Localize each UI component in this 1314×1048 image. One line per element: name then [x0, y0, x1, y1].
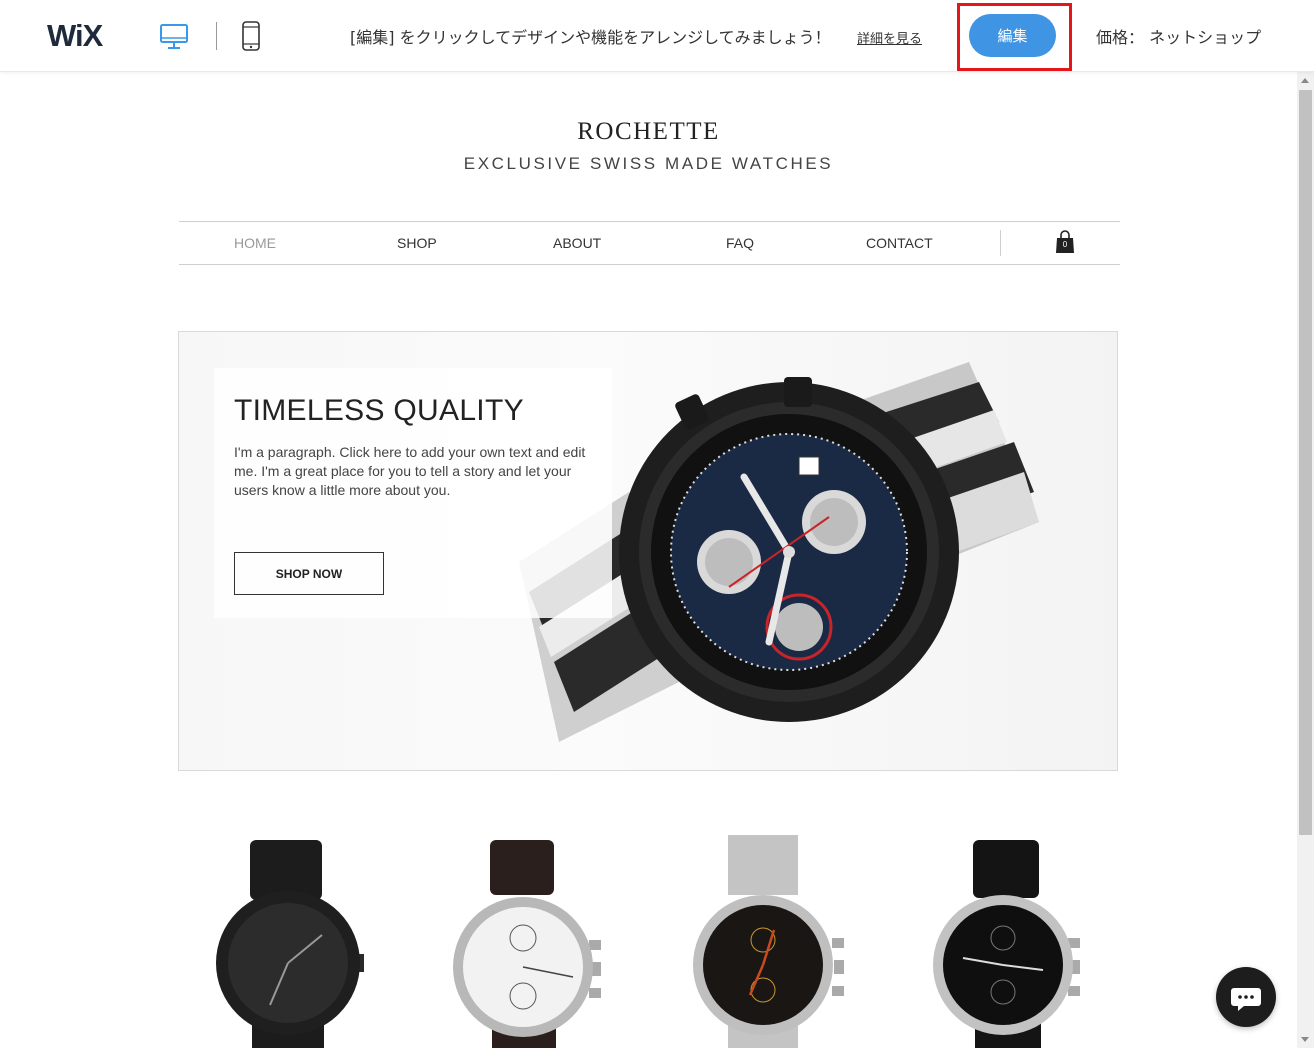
nav-item-faq[interactable]: FAQ: [726, 235, 754, 251]
white-chronograph-watch-image: [453, 840, 601, 1048]
learn-more-link[interactable]: 詳細を見る: [857, 28, 922, 47]
product-card[interactable]: [200, 830, 380, 1048]
promo-text: [編集] をクリックしてデザインや機能をアレンジしてみましょう！: [350, 28, 831, 47]
black-watch-image: [216, 840, 364, 1048]
price-label: 価格： ネットショップ: [1096, 28, 1262, 47]
site-tagline: EXCLUSIVE SWISS MADE WATCHES: [463, 154, 834, 173]
product-card[interactable]: [435, 830, 615, 1048]
chat-bubble-icon: [1231, 988, 1261, 1011]
black-dial-chronograph-watch-image: [933, 840, 1080, 1048]
nav-item-shop[interactable]: SHOP: [397, 235, 437, 251]
device-separator: [216, 22, 217, 50]
nav-item-home[interactable]: HOME: [234, 235, 276, 251]
site-nav: HOME SHOP ABOUT FAQ CONTACT 0: [179, 221, 1120, 265]
steel-chronograph-watch-image: [693, 835, 844, 1048]
edit-button[interactable]: 編集: [969, 14, 1056, 57]
cart-count: 0: [1062, 240, 1068, 249]
chat-button[interactable]: [1216, 967, 1276, 1027]
nav-item-contact[interactable]: CONTACT: [866, 235, 933, 251]
nav-divider: [1000, 230, 1001, 256]
cart-button[interactable]: 0: [1055, 230, 1075, 254]
scroll-down-arrow-icon[interactable]: [1301, 1037, 1309, 1042]
scrollbar-thumb[interactable]: [1299, 90, 1312, 835]
wix-logo[interactable]: WiX: [47, 18, 103, 54]
mobile-phone-icon[interactable]: [240, 20, 262, 52]
scroll-up-arrow-icon[interactable]: [1301, 78, 1309, 83]
product-card[interactable]: [918, 830, 1098, 1048]
hero-banner: TIMELESS QUALITY I'm a paragraph. Click …: [178, 331, 1118, 771]
desktop-monitor-icon[interactable]: [158, 20, 190, 52]
nav-item-about[interactable]: ABOUT: [553, 235, 601, 251]
wix-top-bar: WiX [編集] をクリックしてデザインや機能をアレンジしてみましょう！ 詳細を…: [0, 0, 1314, 72]
hero-paragraph[interactable]: I'm a paragraph. Click here to add your …: [234, 443, 594, 500]
product-card[interactable]: [678, 830, 858, 1048]
hero-title[interactable]: TIMELESS QUALITY: [234, 394, 524, 428]
site-title[interactable]: ROCHETTE: [0, 118, 1297, 146]
hero-text-card: TIMELESS QUALITY I'm a paragraph. Click …: [214, 368, 612, 618]
shop-now-button[interactable]: SHOP NOW: [234, 552, 384, 595]
page-scrollbar[interactable]: [1297, 72, 1314, 1048]
